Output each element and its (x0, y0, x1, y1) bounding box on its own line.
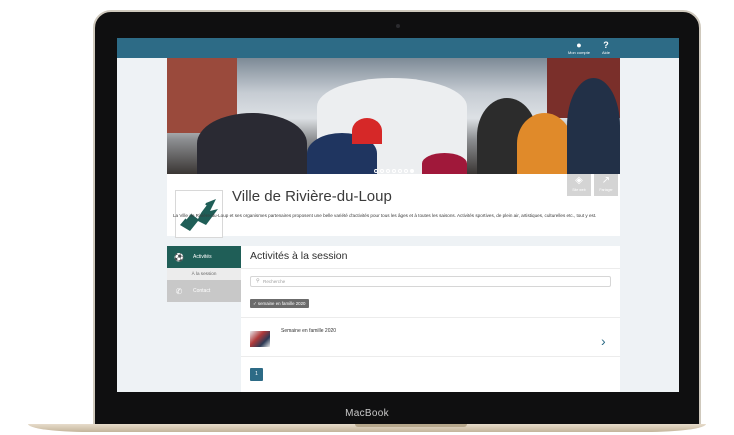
activity-name[interactable]: Semaine en famille 2020 (281, 328, 336, 334)
divider (241, 268, 620, 269)
help-icon: ? (603, 40, 609, 50)
screen: ● Mon compte ? Aide ◈ Site web ↗ Partage… (117, 38, 679, 392)
share-icon: ↗ (601, 175, 611, 186)
website-label: Site web (572, 188, 586, 192)
main-content: Activités à la session ⚲ Recherche ✓ sem… (241, 246, 620, 392)
organization-title: Ville de Rivière-du-Loup (232, 188, 392, 205)
share-button[interactable]: ↗ Partager (594, 174, 618, 196)
search-input[interactable]: ⚲ Recherche (250, 276, 611, 287)
divider (241, 317, 620, 318)
carousel-dot[interactable] (379, 169, 384, 173)
pagination-page[interactable]: 1 (250, 368, 263, 381)
carousel-dots (167, 160, 620, 174)
user-icon: ● (576, 40, 582, 50)
device-label: MacBook (345, 408, 389, 419)
help-button[interactable]: ? Aide (593, 40, 619, 55)
search-placeholder: Recherche (263, 279, 286, 284)
chevron-right-icon[interactable]: › (601, 334, 606, 348)
carousel-dot[interactable] (373, 169, 378, 173)
share-label: Partager (599, 188, 613, 192)
carousel-dot[interactable] (385, 169, 390, 173)
globe-icon: ◈ (575, 175, 583, 186)
carousel-dot[interactable] (409, 169, 414, 173)
camera-icon (396, 24, 400, 28)
carousel-dot[interactable] (397, 169, 402, 173)
activity-thumbnail[interactable] (250, 331, 270, 347)
phone-icon: ✆ (175, 286, 183, 296)
carousel-dot[interactable] (403, 169, 408, 173)
sidebar-item-label: Activités (193, 254, 212, 260)
sidebar-item-label: Contact (193, 288, 211, 294)
help-label: Aide (601, 50, 610, 55)
divider (241, 356, 620, 357)
account-button[interactable]: ● Mon compte (566, 40, 592, 55)
account-label: Mon compte (567, 50, 590, 55)
sidebar: ⚽ Activités À la session ✆ Contact (167, 246, 241, 302)
banner-red-hat (352, 118, 382, 144)
activities-icon: ⚽ (174, 252, 184, 262)
organization-description: La Ville de Rivière-du-Loup et ses organ… (173, 213, 597, 218)
sidebar-item-activities[interactable]: ⚽ Activités (167, 246, 241, 268)
organization-header (167, 174, 620, 236)
banner-image (167, 58, 620, 174)
sidebar-item-session[interactable]: À la session (167, 268, 241, 280)
search-icon: ⚲ (256, 278, 260, 284)
page-title: Activités à la session (250, 250, 348, 262)
laptop-notch (355, 424, 467, 427)
filter-tag[interactable]: ✓ semaine en famille 2020 (250, 299, 309, 308)
top-bar: ● Mon compte ? Aide (117, 38, 679, 58)
website-button[interactable]: ◈ Site web (567, 174, 591, 196)
sidebar-item-contact[interactable]: ✆ Contact (167, 280, 241, 302)
carousel-dot[interactable] (391, 169, 396, 173)
